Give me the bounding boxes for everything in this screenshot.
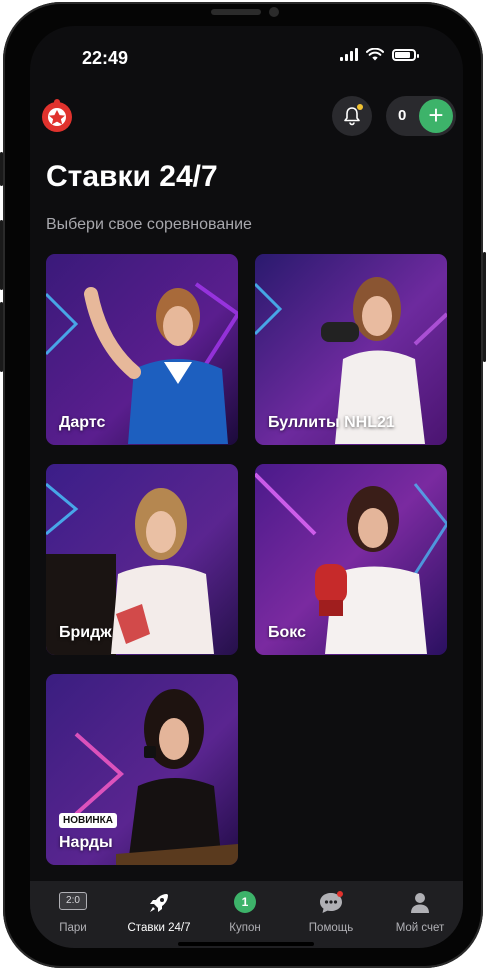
game-card-label: Буллиты NHL21 [268, 414, 395, 431]
tab-coupon[interactable]: 1 Купон [202, 881, 288, 948]
tab-bets[interactable]: 2:0 Пари [30, 881, 116, 948]
wifi-icon [366, 48, 384, 61]
game-card-label: Бридж [59, 624, 112, 641]
rocket-icon [150, 894, 168, 912]
tab-bets-24-7[interactable]: Ставки 24/7 [116, 881, 202, 948]
speaker [211, 9, 261, 15]
volume-down-button [0, 302, 3, 372]
user-icon [411, 893, 429, 913]
phone-frame: 22:49 0 + Ставки 24/7 Выбери свое соревн… [0, 2, 486, 968]
game-card-label: Дартс [59, 414, 106, 431]
game-card-label: Бокс [268, 624, 306, 641]
bottom-tab-bar: 2:0 Пари Ставки 24/7 1 Купон Помощь Мой … [30, 881, 463, 948]
tab-label: Пари [59, 922, 87, 934]
tab-my-account[interactable]: Мой счет [377, 881, 463, 948]
page-subtitle: Выбери свое соревнование [46, 216, 252, 233]
volume-up-button [0, 220, 3, 290]
chat-icon [320, 891, 343, 913]
tab-help[interactable]: Помощь [288, 881, 374, 948]
tab-label: Ставки 24/7 [127, 922, 191, 934]
tab-label: Помощь [308, 922, 354, 934]
notifications-button[interactable] [332, 96, 372, 136]
deposit-button[interactable]: + [419, 99, 453, 133]
battery-icon [392, 48, 419, 61]
notification-dot [357, 104, 363, 110]
power-button [483, 252, 486, 362]
game-card-darts[interactable]: Дартс [46, 254, 238, 445]
app-screen: 22:49 0 + Ставки 24/7 Выбери свое соревн… [30, 26, 463, 948]
game-card-label: Нарды [59, 834, 113, 851]
balance-widget[interactable]: 0 + [386, 96, 456, 136]
game-card-boxing[interactable]: Бокс [255, 464, 447, 655]
status-time: 22:49 [82, 48, 129, 68]
score-icon: 2:0 [59, 892, 87, 910]
mute-switch [0, 152, 3, 186]
game-card-bridge[interactable]: Бридж [46, 464, 238, 655]
tab-label: Купон [229, 922, 261, 934]
status-icons [340, 48, 419, 61]
game-card-nhl-shootouts[interactable]: Буллиты NHL21 [255, 254, 447, 445]
page-title: Ставки 24/7 [46, 160, 218, 193]
cellular-signal-icon [340, 48, 358, 61]
balance-value: 0 [398, 107, 407, 124]
game-card-backgammon[interactable]: НОВИНКА Нарды [46, 674, 238, 865]
home-indicator[interactable] [178, 942, 314, 946]
tab-label: Мой счет [395, 922, 445, 934]
new-badge: НОВИНКА [59, 813, 117, 828]
coupon-icon: 1 [234, 891, 256, 913]
app-logo-icon [42, 99, 72, 132]
camera [269, 7, 279, 17]
